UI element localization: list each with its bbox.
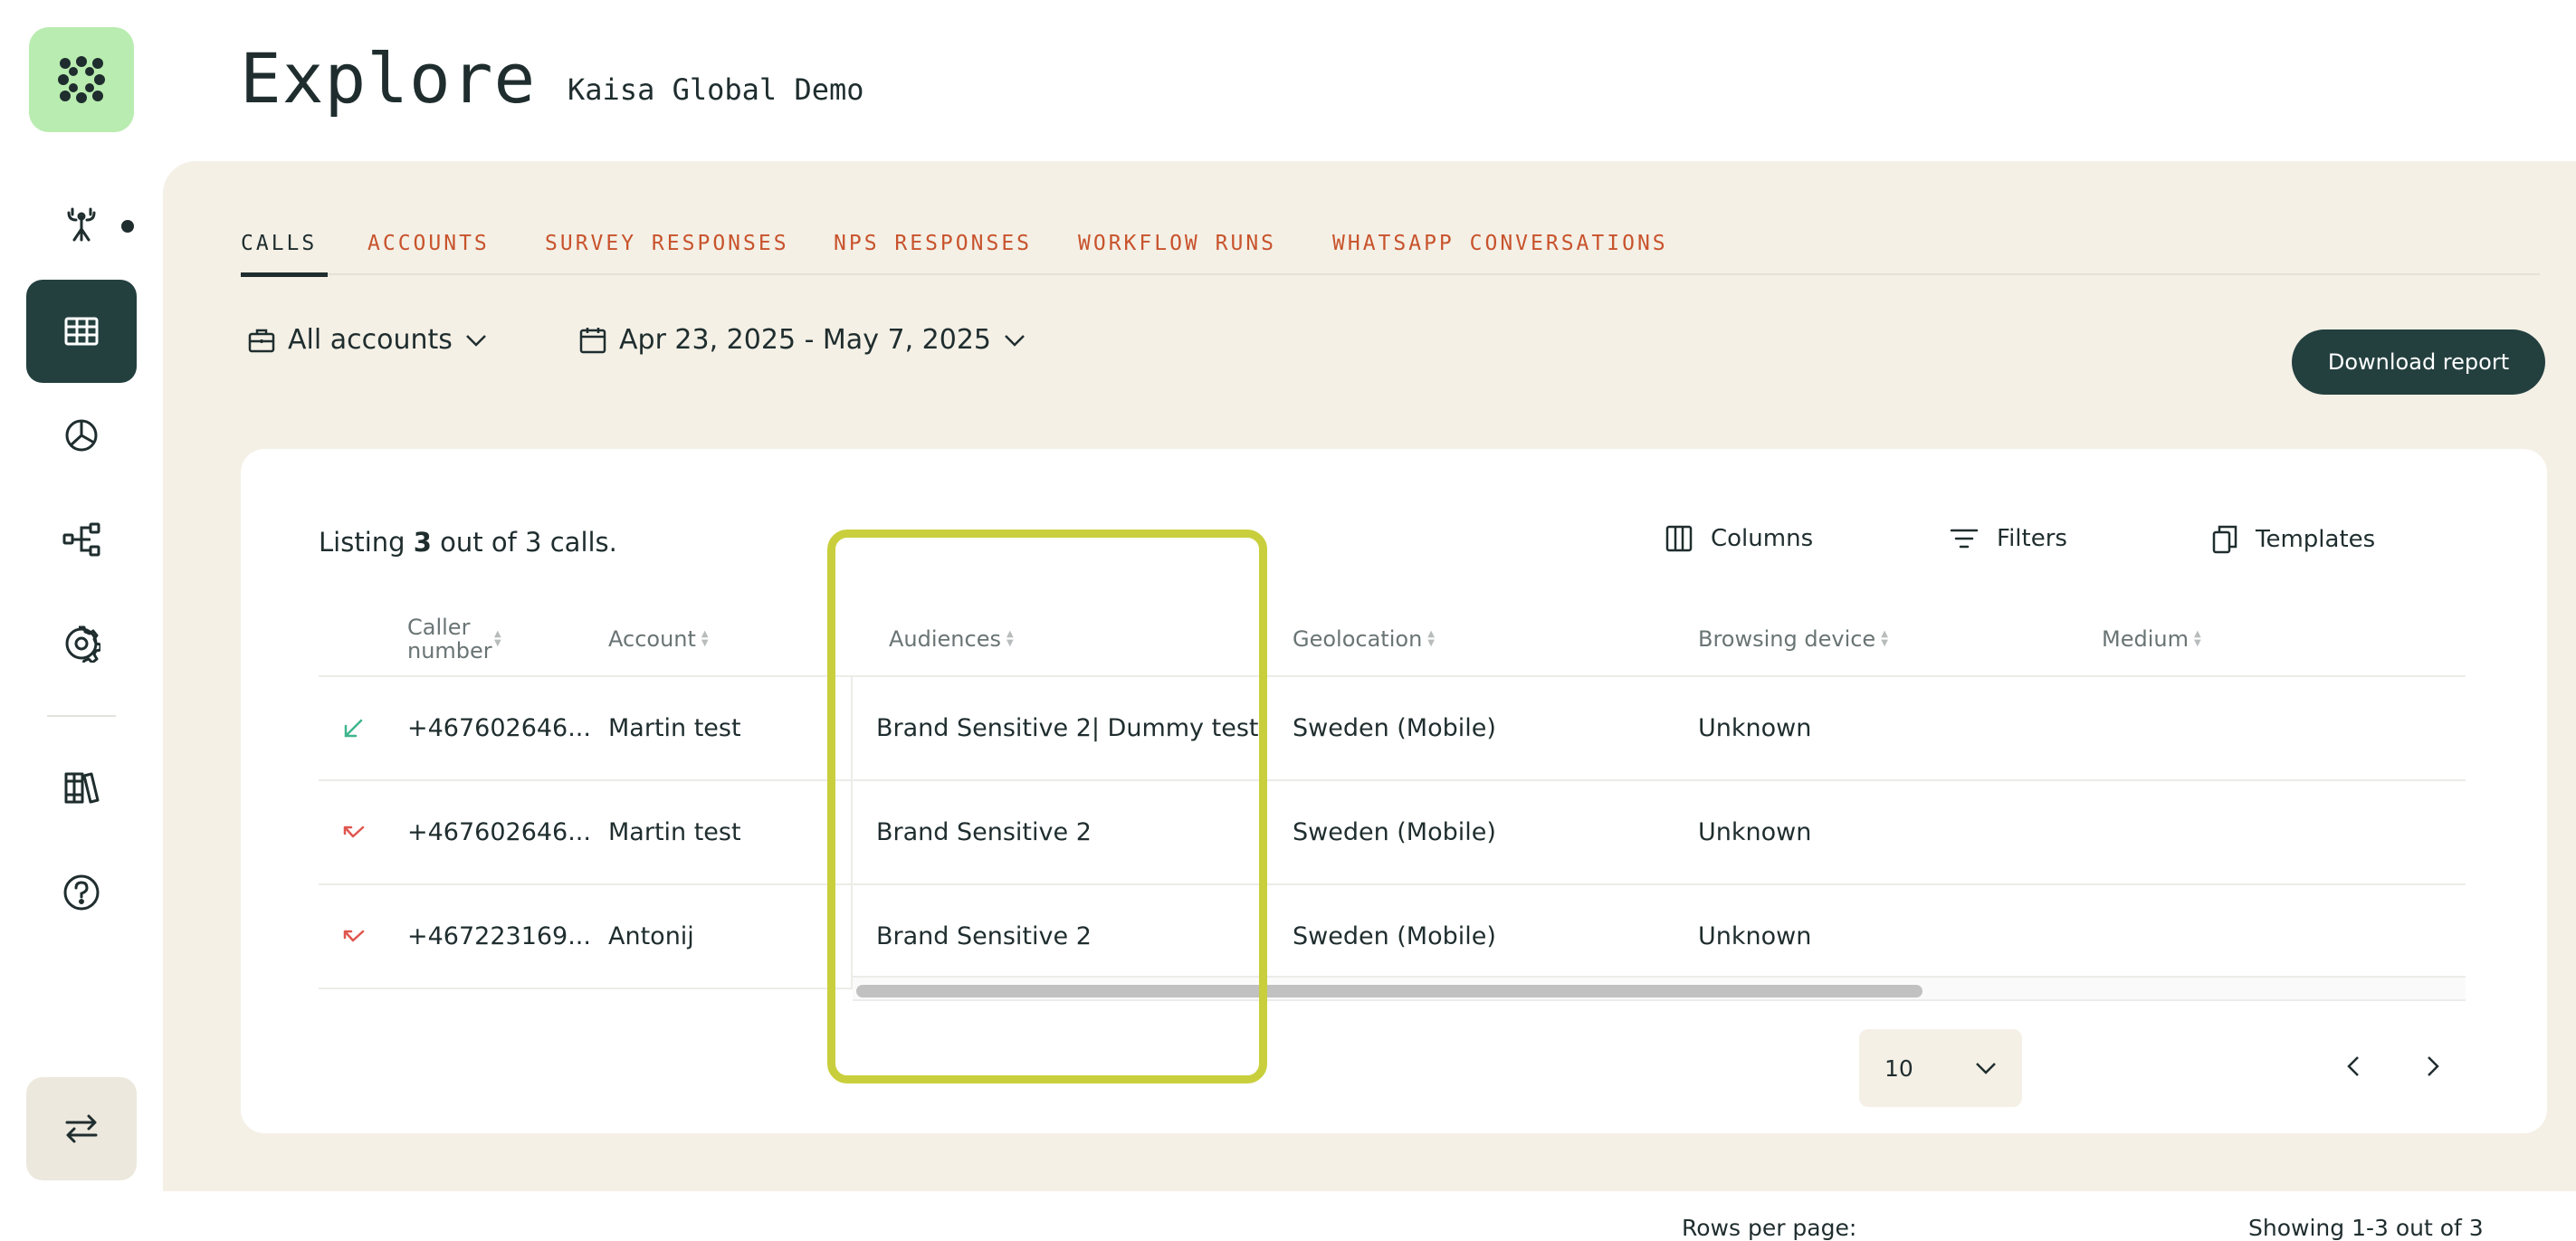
geolocation-cell: Sweden (Mobile): [1293, 714, 1496, 742]
columns-icon: [1665, 525, 1693, 552]
listing-count: 3: [413, 527, 432, 558]
column-header-medium[interactable]: Medium ▲ ▼: [2102, 626, 2201, 652]
sort-icon: ▲ ▼: [701, 629, 709, 648]
columns-label: Columns: [1711, 525, 1814, 552]
gear-icon: [65, 625, 100, 663]
scrollbar-thumb[interactable]: [856, 985, 1922, 998]
browsing-device-cell: Unknown: [1698, 818, 1812, 846]
library-icon: [64, 772, 100, 804]
nav-settings[interactable]: [26, 592, 137, 695]
date-range-label: Apr 23, 2025 - May 7, 2025: [619, 324, 991, 356]
caller-number-cell: +467602646...: [407, 818, 591, 846]
tab-accounts[interactable]: ACCOUNTS: [367, 232, 490, 275]
pie-chart-icon: [65, 419, 98, 452]
tab-nps-responses[interactable]: NPS RESPONSES: [834, 232, 1032, 275]
geolocation-cell: Sweden (Mobile): [1293, 818, 1496, 846]
chevron-down-icon: [1005, 334, 1025, 347]
caller-number-cell: +467602646...: [407, 714, 591, 742]
geolocation-cell: Sweden (Mobile): [1293, 922, 1496, 950]
next-page-button[interactable]: [2415, 1048, 2451, 1084]
tab-survey-responses[interactable]: SURVEY RESPONSES: [545, 232, 789, 275]
column-header-account[interactable]: Account ▲ ▼: [608, 626, 709, 652]
switch-workspace-button[interactable]: [26, 1077, 137, 1180]
nav-workflows[interactable]: [26, 488, 137, 591]
column-header-browsing-device[interactable]: Browsing device ▲ ▼: [1698, 626, 1888, 652]
sidebar-divider: [47, 715, 116, 717]
rows-per-page-label: Rows per page:: [1682, 1215, 1857, 1241]
chevron-down-icon: [1976, 1063, 1996, 1074]
templates-button[interactable]: Templates: [2212, 525, 2375, 554]
column-header-caller-number[interactable]: Caller number ▲ ▼: [407, 616, 525, 663]
chevron-right-icon: [2428, 1056, 2439, 1076]
tab-calls[interactable]: CALLS: [241, 232, 329, 277]
calendar-icon: [579, 327, 606, 353]
audiences-cell: Brand Sensitive 2: [876, 818, 1092, 846]
table-row[interactable]: +467602646... Martin test Brand Sensitiv…: [319, 677, 2466, 781]
sort-icon: ▲ ▼: [1881, 629, 1888, 648]
columns-button[interactable]: Columns: [1665, 525, 1813, 552]
tab-whatsapp-conversations[interactable]: WHATSAPP CONVERSATIONS: [1332, 232, 1668, 275]
accounts-filter-label: All accounts: [288, 324, 453, 356]
account-cell: Martin test: [608, 818, 741, 846]
logo[interactable]: [29, 27, 134, 132]
rows-per-page-value: 10: [1884, 1055, 1913, 1082]
browsing-device-cell: Unknown: [1698, 922, 1812, 950]
account-cell: Antonij: [608, 922, 694, 950]
table-row[interactable]: +467602646... Martin test Brand Sensitiv…: [319, 781, 2466, 885]
table-row[interactable]: +467223169... Antonij Brand Sensitive 2 …: [319, 885, 2466, 989]
column-header-geolocation[interactable]: Geolocation ▲ ▼: [1293, 626, 1435, 652]
listing-summary: Listing 3 out of 3 calls.: [319, 527, 617, 558]
accounts-filter[interactable]: All accounts: [248, 324, 487, 356]
filter-icon: [1950, 529, 1979, 549]
sort-icon: ▲ ▼: [1427, 629, 1435, 648]
account-cell: Martin test: [608, 714, 741, 742]
previous-page-button[interactable]: [2335, 1048, 2371, 1084]
tab-workflow-runs[interactable]: WORKFLOW RUNS: [1078, 232, 1276, 275]
briefcase-icon: [248, 329, 275, 352]
notification-dot: [121, 220, 134, 233]
sidebar: [0, 0, 163, 1191]
antenna-icon: [67, 207, 96, 242]
nav-explore[interactable]: [26, 280, 137, 383]
sticky-column-divider: [851, 677, 853, 988]
nav-live[interactable]: [26, 174, 137, 277]
table-icon: [64, 317, 99, 346]
download-report-button[interactable]: Download report: [2292, 329, 2545, 395]
column-header-audiences[interactable]: Audiences ▲ ▼: [889, 626, 1014, 652]
workspace-name: Kaisa Global Demo: [568, 72, 864, 107]
table-header: Caller number ▲ ▼ Account ▲ ▼ Audiences ▲ ▼…: [319, 603, 2466, 677]
copy-icon: [2212, 525, 2237, 554]
chevron-down-icon: [465, 334, 486, 347]
tab-bar: CALLS ACCOUNTS SURVEY RESPONSES NPS RESP…: [241, 232, 2540, 277]
missed-call-icon: [342, 781, 366, 883]
horizontal-scrollbar[interactable]: [853, 976, 2466, 1001]
incoming-call-icon: [342, 677, 364, 779]
main-panel: CALLS ACCOUNTS SURVEY RESPONSES NPS RESP…: [163, 161, 2576, 1241]
sort-icon: ▲ ▼: [1006, 629, 1014, 648]
browsing-device-cell: Unknown: [1698, 714, 1812, 742]
workflow-icon: [62, 522, 100, 557]
templates-label: Templates: [2256, 526, 2376, 553]
filters-label: Filters: [1997, 525, 2067, 552]
sort-icon: ▲ ▼: [2193, 629, 2201, 648]
filters-button[interactable]: Filters: [1950, 525, 2067, 552]
audiences-cell: Brand Sensitive 2: [876, 922, 1092, 950]
page-title: Explore: [240, 38, 537, 119]
nav-analytics[interactable]: [26, 384, 137, 487]
sort-icon: ▲ ▼: [494, 629, 501, 648]
calls-table-card: Listing 3 out of 3 calls. Columns Filter…: [241, 449, 2547, 1241]
missed-call-icon: [342, 885, 366, 988]
caller-number-cell: +467223169...: [407, 922, 591, 950]
date-range-filter[interactable]: Apr 23, 2025 - May 7, 2025: [579, 324, 1026, 356]
chevron-left-icon: [2347, 1056, 2359, 1076]
nav-library[interactable]: [26, 736, 137, 839]
nav-help[interactable]: [26, 841, 137, 944]
audiences-cell: Brand Sensitive 2| Dummy test: [876, 714, 1259, 742]
showing-range: Showing 1-3 out of 3: [2248, 1215, 2484, 1241]
help-icon: [63, 874, 100, 911]
switch-arrows-icon: [65, 1114, 98, 1143]
logo-icon: [58, 56, 105, 103]
rows-per-page-select[interactable]: 10: [1859, 1029, 2022, 1107]
